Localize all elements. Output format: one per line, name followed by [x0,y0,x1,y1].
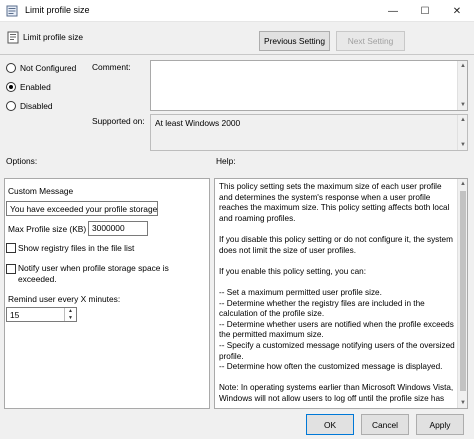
scroll-down-icon[interactable]: ▼ [458,100,468,110]
scroll-thumb[interactable] [460,191,466,391]
radio-disabled-button[interactable] [6,101,16,111]
show-registry-label: Show registry files in the file list [18,243,135,253]
scroll-up-icon[interactable]: ▲ [458,115,468,125]
notify-user-checkbox[interactable] [6,264,16,274]
custom-message-input[interactable]: You have exceeded your profile storage s [6,201,158,216]
max-size-input[interactable]: 3000000 [88,221,148,236]
window-title: Limit profile size [25,5,90,15]
show-registry-checkbox[interactable] [6,243,16,253]
remind-interval-value: 15 [10,310,20,320]
remind-interval-stepper[interactable]: 15 ▲ ▼ [6,307,77,322]
spin-down-icon[interactable]: ▼ [65,315,76,322]
radio-not-configured[interactable]: Not Configured [6,63,76,73]
help-paragraph: This policy setting sets the maximum siz… [219,182,450,223]
radio-enabled[interactable]: Enabled [6,82,51,92]
policy-name: Limit profile size [23,32,84,42]
policy-setting-icon [7,31,19,44]
help-heading: Help: [216,156,236,166]
radio-enabled-button[interactable] [6,82,16,92]
minimize-button[interactable]: — [380,0,406,22]
cancel-button[interactable]: Cancel [361,414,409,435]
help-paragraph: Note: In operating systems earlier than … [219,383,454,403]
help-scrollbar[interactable]: ▲ ▼ [457,179,467,408]
comment-scrollbar[interactable]: ▲ ▼ [457,61,467,110]
spin-buttons[interactable]: ▲ ▼ [64,308,76,321]
supported-scrollbar[interactable]: ▲ ▼ [457,115,467,150]
help-paragraph: If you disable this policy setting or do… [219,234,453,255]
close-button[interactable]: ✕ [444,0,470,22]
supported-on-value: At least Windows 2000 [155,118,241,128]
radio-not-configured-button[interactable] [6,63,16,73]
policy-window-icon [6,5,18,17]
radio-not-configured-label: Not Configured [20,63,77,73]
scroll-down-icon[interactable]: ▼ [458,140,468,150]
header-divider [0,54,474,55]
supported-on-label: Supported on: [92,116,145,126]
radio-enabled-label: Enabled [20,82,51,92]
help-paragraph: If you enable this policy setting, you c… [219,266,367,276]
maximize-button[interactable]: ☐ [412,0,438,22]
notify-user-label-line1: Notify user when profile storage space i… [18,263,169,273]
radio-disabled[interactable]: Disabled [6,101,53,111]
next-setting-button[interactable]: Next Setting [336,31,405,51]
previous-setting-button[interactable]: Previous Setting [259,31,330,51]
help-paragraph: -- Set a maximum permitted user profile … [219,287,455,372]
scroll-down-icon[interactable]: ▼ [458,398,467,408]
comment-textbox[interactable]: ▲ ▼ [150,60,468,111]
scroll-up-icon[interactable]: ▲ [458,61,468,71]
supported-on-box: At least Windows 2000 ▲ ▼ [150,114,468,151]
radio-disabled-label: Disabled [20,101,53,111]
help-panel: This policy setting sets the maximum siz… [214,178,468,409]
remind-interval-label: Remind user every X minutes: [8,294,121,304]
notify-user-label-line2: exceeded. [18,274,57,284]
options-heading: Options: [6,156,38,166]
custom-message-label: Custom Message [8,186,74,196]
comment-label: Comment: [92,62,131,72]
max-size-label: Max Profile size (KB) [8,224,87,234]
scroll-up-icon[interactable]: ▲ [458,179,467,189]
apply-button[interactable]: Apply [416,414,464,435]
ok-button[interactable]: OK [306,414,354,435]
